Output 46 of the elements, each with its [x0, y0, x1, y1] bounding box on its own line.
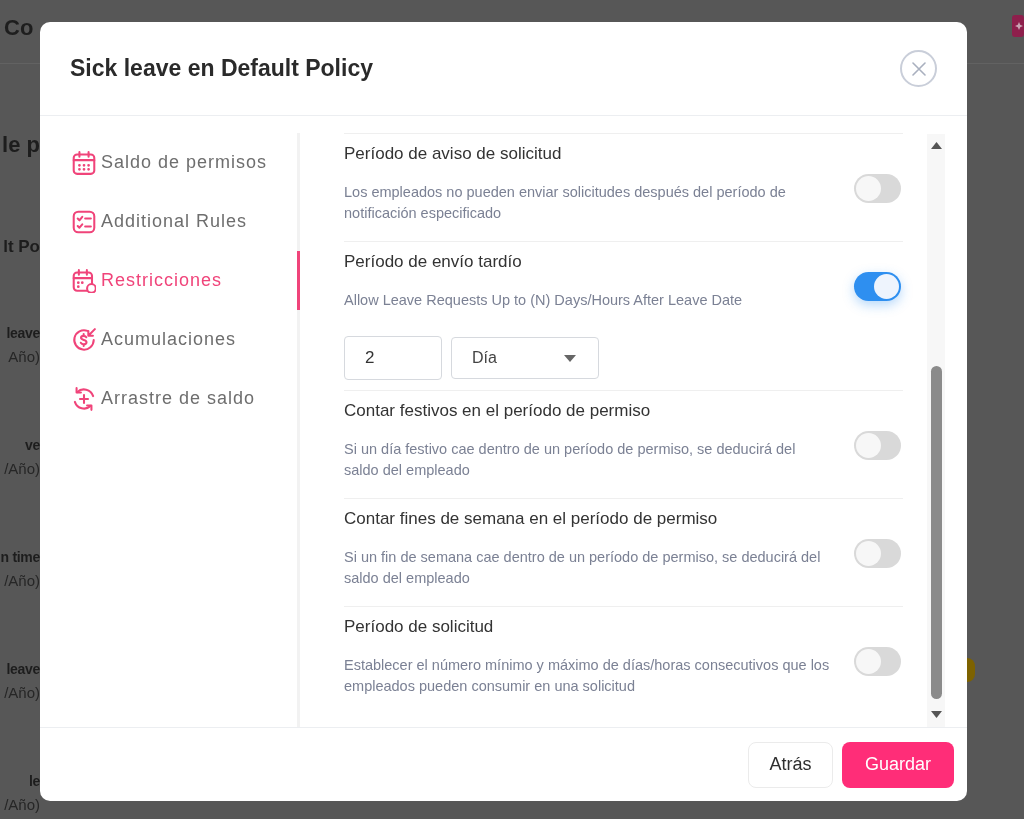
back-button[interactable]: Atrás	[748, 741, 833, 788]
scrollbar-thumb[interactable]	[930, 366, 942, 699]
leave-type-name: leave	[6, 324, 40, 343]
nav-item[interactable]: Additional Rules	[40, 192, 300, 251]
checklist-icon	[72, 209, 96, 234]
number-field[interactable]: 2	[344, 336, 442, 380]
page-heading: le p	[2, 131, 40, 159]
setting-title: Contar fines de semana en el período de permiso	[344, 508, 719, 530]
plus-cycle-icon	[72, 386, 96, 411]
status-icon	[967, 658, 975, 682]
nav-item[interactable]: Acumulaciones	[40, 310, 300, 369]
leave-type-name: ve	[25, 436, 40, 455]
setting-description: Los empleados no pueden enviar solicitudes después del período de notificación especificado	[344, 183, 787, 223]
leave-type-name: leave	[6, 660, 40, 679]
close-icon	[911, 61, 926, 76]
dollar-cycle-icon	[72, 327, 96, 352]
nav-item[interactable]: Saldo de permisos	[40, 133, 300, 192]
toggle-switch[interactable]	[854, 431, 901, 460]
setting-description: Si un día festivo cae dentro de un período de permiso, se deducirá del saldo del empleado	[344, 440, 797, 480]
toggle-switch[interactable]	[854, 271, 901, 301]
setting-title: Período de aviso de solicitud	[344, 143, 563, 165]
setting-title: Período de envío tardío	[344, 251, 523, 273]
caret-icon	[564, 354, 576, 362]
save-button[interactable]: Guardar	[842, 741, 954, 788]
setting-description: Si un fin de semana cae dentro de un período de permiso, se deducirá del saldo del empleado	[344, 548, 822, 588]
app-icon[interactable]	[1012, 15, 1024, 37]
brand-name: Co	[4, 13, 34, 42]
setting-title: Período de solicitud	[344, 616, 495, 638]
setting-title: Contar festivos en el período de permiso	[344, 400, 652, 422]
calendar-icon	[72, 150, 96, 175]
scroll-up-icon[interactable]	[930, 142, 942, 149]
leave-type-name: le	[28, 772, 40, 791]
toggle-switch[interactable]	[854, 174, 901, 203]
scrollbar[interactable]	[927, 134, 945, 727]
nav-item[interactable]: Restricciones	[40, 251, 300, 310]
leave-type-name: n time	[0, 548, 40, 567]
toggle-switch[interactable]	[854, 647, 901, 676]
toggle-switch[interactable]	[854, 539, 901, 568]
scroll-down-icon[interactable]	[930, 711, 942, 718]
nav-item[interactable]: Arrastre de saldo	[40, 369, 300, 428]
setting-description: Allow Leave Requests Up to (N) Days/Hours After Leave Date	[344, 291, 743, 310]
policy-title: lt Po	[3, 236, 40, 258]
calendar-clock-icon	[72, 268, 96, 293]
setting-description: Establecer el número mínimo y máximo de días/horas consecutivos que los empleados pueden consumir en una solicitud	[344, 656, 831, 696]
unit-dropdown[interactable]: Día	[451, 337, 599, 379]
dialog-title: Sick leave en Default Policy	[70, 55, 373, 82]
